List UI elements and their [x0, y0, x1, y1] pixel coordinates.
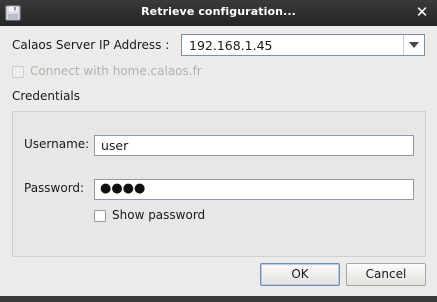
server-ip-value[interactable]: 192.168.1.45 [189, 38, 273, 53]
show-password-label: Show password [112, 208, 206, 222]
show-password-checkbox[interactable] [94, 210, 106, 222]
password-masked-value: ●●●● [100, 181, 146, 196]
dropdown-button[interactable] [403, 35, 424, 55]
server-ip-combobox[interactable]: 192.168.1.45 [181, 34, 425, 56]
password-label: Password: [24, 181, 85, 195]
dialog-window: Retrieve configuration... ✕ Calaos Serve… [0, 0, 437, 302]
window-title: Retrieve configuration... [141, 5, 296, 18]
credentials-heading: Credentials [12, 89, 81, 103]
ok-button[interactable]: OK [260, 263, 340, 286]
cancel-button[interactable]: Cancel [346, 263, 426, 286]
connect-home-checkbox[interactable] [12, 66, 24, 78]
title-bar[interactable]: Retrieve configuration... ✕ [0, 0, 437, 26]
server-ip-label: Calaos Server IP Address : [12, 38, 170, 52]
connect-home-label: Connect with home.calaos.fr [30, 64, 202, 78]
password-input[interactable]: ●●●● [94, 179, 414, 200]
bottom-border [0, 296, 437, 302]
username-input[interactable]: user [94, 135, 414, 156]
username-value: user [101, 138, 129, 153]
username-label: Username: [24, 137, 90, 151]
close-icon[interactable]: ✕ [414, 3, 430, 21]
